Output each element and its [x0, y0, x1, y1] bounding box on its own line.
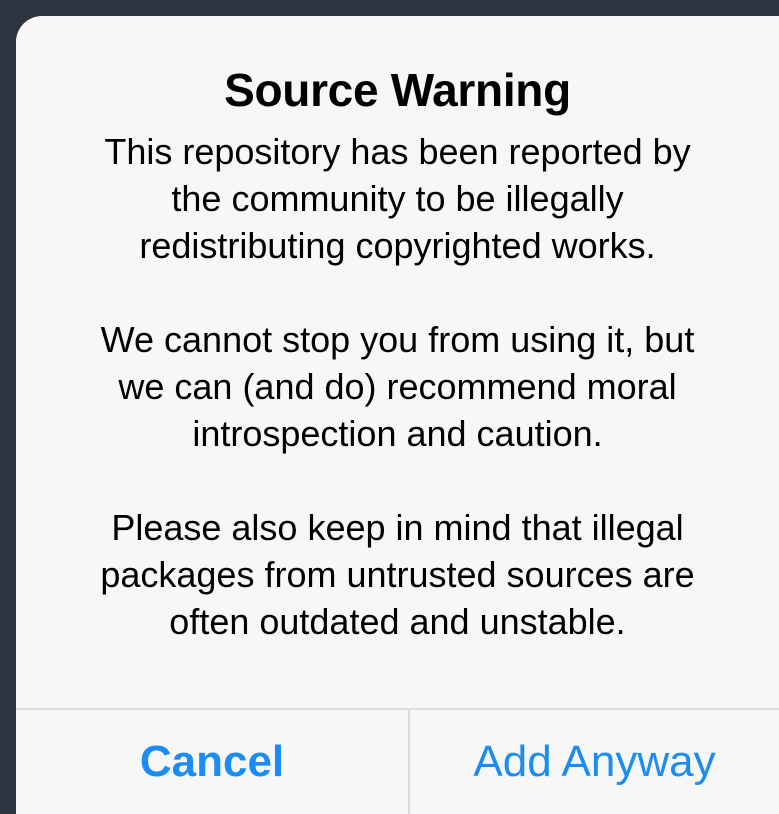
- alert-title: Source Warning: [224, 64, 571, 116]
- message-line: packages from untrusted sources are: [100, 554, 695, 595]
- message-line: This repository has been reported by: [104, 131, 691, 172]
- add-anyway-button[interactable]: Add Anyway: [410, 710, 779, 814]
- message-line: redistributing copyrighted works.: [139, 225, 656, 266]
- source-warning-alert: Source Warning This repository has been …: [16, 16, 779, 814]
- alert-message: This repository has been reported by the…: [36, 128, 759, 645]
- message-line: the community to be illegally: [171, 178, 624, 219]
- message-line: introspection and caution.: [192, 413, 603, 454]
- message-paragraph-1: This repository has been reported by the…: [36, 128, 759, 269]
- message-line: Please also keep in mind that illegal: [111, 507, 684, 548]
- message-line: often outdated and unstable.: [169, 601, 626, 642]
- message-line: We cannot stop you from using it, but: [100, 319, 695, 360]
- message-paragraph-3: Please also keep in mind that illegal pa…: [36, 504, 759, 645]
- alert-content: Source Warning This repository has been …: [16, 16, 779, 708]
- message-line: we can (and do) recommend moral: [118, 366, 677, 407]
- cancel-button[interactable]: Cancel: [16, 710, 408, 814]
- message-paragraph-2: We cannot stop you from using it, but we…: [36, 316, 759, 457]
